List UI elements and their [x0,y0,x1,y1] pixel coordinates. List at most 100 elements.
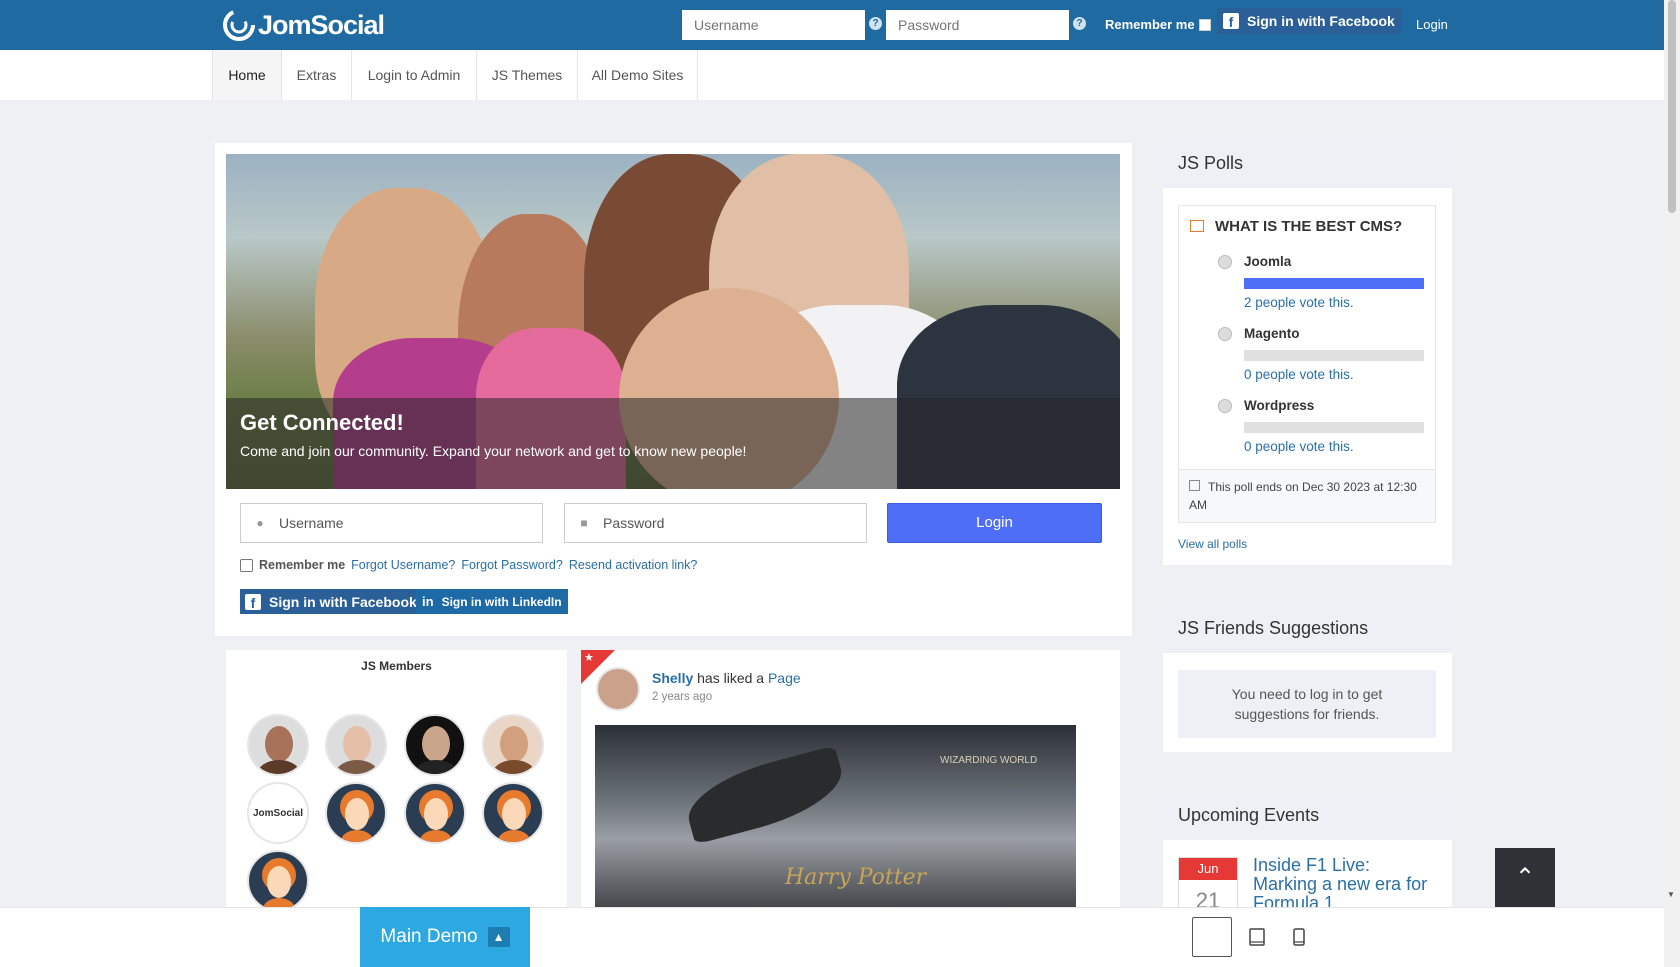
upcoming-events-widget: Upcoming Events Jun 21 Inside F1 Live: M… [1163,792,1452,907]
poll-radio-magento[interactable] [1218,327,1232,341]
poll-bar-fill [1244,278,1424,289]
hero-banner: Get Connected! Come and join our communi… [226,154,1120,489]
desktop-icon[interactable] [1192,917,1232,957]
member-avatar-default[interactable] [482,782,544,844]
avatar-body [257,760,301,774]
friends-message: You need to log in to get suggestions fo… [1178,670,1436,738]
tablet-icon[interactable] [1243,917,1271,957]
nav-extras[interactable]: Extras [281,50,351,100]
facebook-icon: f [1223,13,1239,29]
view-all-polls-link[interactable]: View all polls [1178,537,1247,551]
poll-radio-joomla[interactable] [1218,255,1232,269]
star-icon: ★ [584,652,594,664]
username-help-icon[interactable]: ? [869,17,882,30]
header-remember-label: Remember me [1105,17,1195,32]
poll-option-label: Wordpress [1244,398,1315,413]
chevron-up-icon: ⌃ [1514,864,1536,891]
username-placeholder: Username [279,515,344,531]
user-icon: ● [256,516,264,530]
owl-shape [679,745,851,845]
header-username-input[interactable] [682,10,865,40]
post-author-avatar[interactable] [596,667,640,711]
avatar-body [492,760,536,774]
linkedin-signin-button[interactable]: in Sign in with LinkedIn [416,589,568,614]
avatar-face [422,726,450,762]
member-avatar-default[interactable] [325,782,387,844]
avatar-body [335,760,379,774]
avatar-face [502,798,526,830]
calendar-icon [1189,480,1200,491]
password-help-icon[interactable]: ? [1073,17,1086,30]
username-field[interactable]: ● Username [240,503,543,543]
nav-login-to-admin[interactable]: Login to Admin [351,50,476,100]
poll-option-label: Joomla [1244,254,1292,269]
avatar-face [345,798,369,830]
members-widget: JS Members JomSocial [226,650,567,912]
scrollbar-thumb[interactable] [1668,0,1676,213]
bar-chart-icon [1190,220,1204,232]
avatar-face [265,726,293,762]
member-avatar-default[interactable] [404,782,466,844]
remember-checkbox[interactable] [240,558,253,572]
header-facebook-button[interactable]: f Sign in with Facebook [1217,8,1401,34]
event-day: 21 [1195,888,1221,907]
member-avatar[interactable] [247,714,309,776]
header-remember-me[interactable]: Remember me [1105,17,1211,32]
header-remember-checkbox[interactable] [1198,18,1211,31]
post-target-link[interactable]: Page [768,670,801,686]
member-avatar[interactable] [325,714,387,776]
avatar-body [414,760,458,774]
header-facebook-label: Sign in with Facebook [1247,13,1395,29]
polls-widget: JS Polls WHAT IS THE BEST CMS? Joomla 2 … [1163,140,1452,565]
login-button[interactable]: Login [887,503,1102,543]
forgot-username-link[interactable]: Forgot Username? [351,558,455,572]
mobile-icon[interactable] [1287,917,1311,957]
hero-title: Get Connected! [240,410,404,435]
wizarding-world-badge: WIZARDING WORLD [940,755,1038,766]
scroll-down-arrow-icon[interactable]: ▼ [1667,890,1675,899]
friends-title: JS Friends Suggestions [1163,605,1452,653]
post-timestamp: 2 years ago [652,691,713,703]
hero-subtitle: Come and join our community. Expand your… [240,443,747,459]
post-image[interactable]: WIZARDING WORLD Harry Potter [595,725,1076,910]
polls-title: JS Polls [1163,140,1452,188]
member-avatar-jomsocial[interactable]: JomSocial [247,782,309,844]
resend-activation-link[interactable]: Resend activation link? [569,558,698,572]
main-nav: Home Extras Login to Admin JS Themes All… [0,50,1664,100]
linkedin-signin-label: Sign in with LinkedIn [441,594,562,609]
nav-js-themes[interactable]: JS Themes [476,50,577,100]
jomsocial-logo[interactable]: JomSocial [222,8,385,42]
poll-box: WHAT IS THE BEST CMS? Joomla 2 people vo… [1178,205,1436,523]
poll-bar [1244,350,1424,361]
scroll-top-button[interactable]: ⌃ [1495,848,1555,908]
nav-all-demo-sites[interactable]: All Demo Sites [577,50,698,100]
event-month: Jun [1179,858,1237,880]
member-avatar[interactable] [404,714,466,776]
main-demo-button[interactable]: Main Demo ▲ [360,907,530,967]
page-scrollbar[interactable]: ▼ [1664,0,1680,967]
poll-radio-wordpress[interactable] [1218,399,1232,413]
facebook-signin-button[interactable]: f Sign in with Facebook [240,589,422,614]
member-avatar[interactable] [482,714,544,776]
event-title-link[interactable]: Inside F1 Live: Marking a new era for Fo… [1253,856,1433,907]
linkedin-icon: in [422,594,434,609]
logo-text: JomSocial [258,9,385,40]
member-avatar-default[interactable] [247,850,309,912]
header-login-link[interactable]: Login [1416,17,1448,32]
harry-potter-logo: Harry Potter [785,865,927,890]
forgot-password-link[interactable]: Forgot Password? [461,558,562,572]
header-password-input[interactable] [886,10,1069,40]
poll-votes[interactable]: 0 people vote this. [1244,367,1354,382]
avatar-face [424,798,448,830]
facebook-icon: f [245,593,261,610]
poll-votes[interactable]: 2 people vote this. [1244,295,1354,310]
nav-home[interactable]: Home [212,50,281,100]
poll-votes[interactable]: 0 people vote this. [1244,439,1354,454]
post-action: has liked a [697,670,765,686]
avatar-body [341,830,373,842]
avatar-face [500,726,528,762]
password-field[interactable]: ■ Password [564,503,867,543]
avatar-face [343,726,371,762]
hero-caption: Get Connected! Come and join our communi… [226,398,1120,489]
post-author-link[interactable]: Shelly [652,670,693,686]
